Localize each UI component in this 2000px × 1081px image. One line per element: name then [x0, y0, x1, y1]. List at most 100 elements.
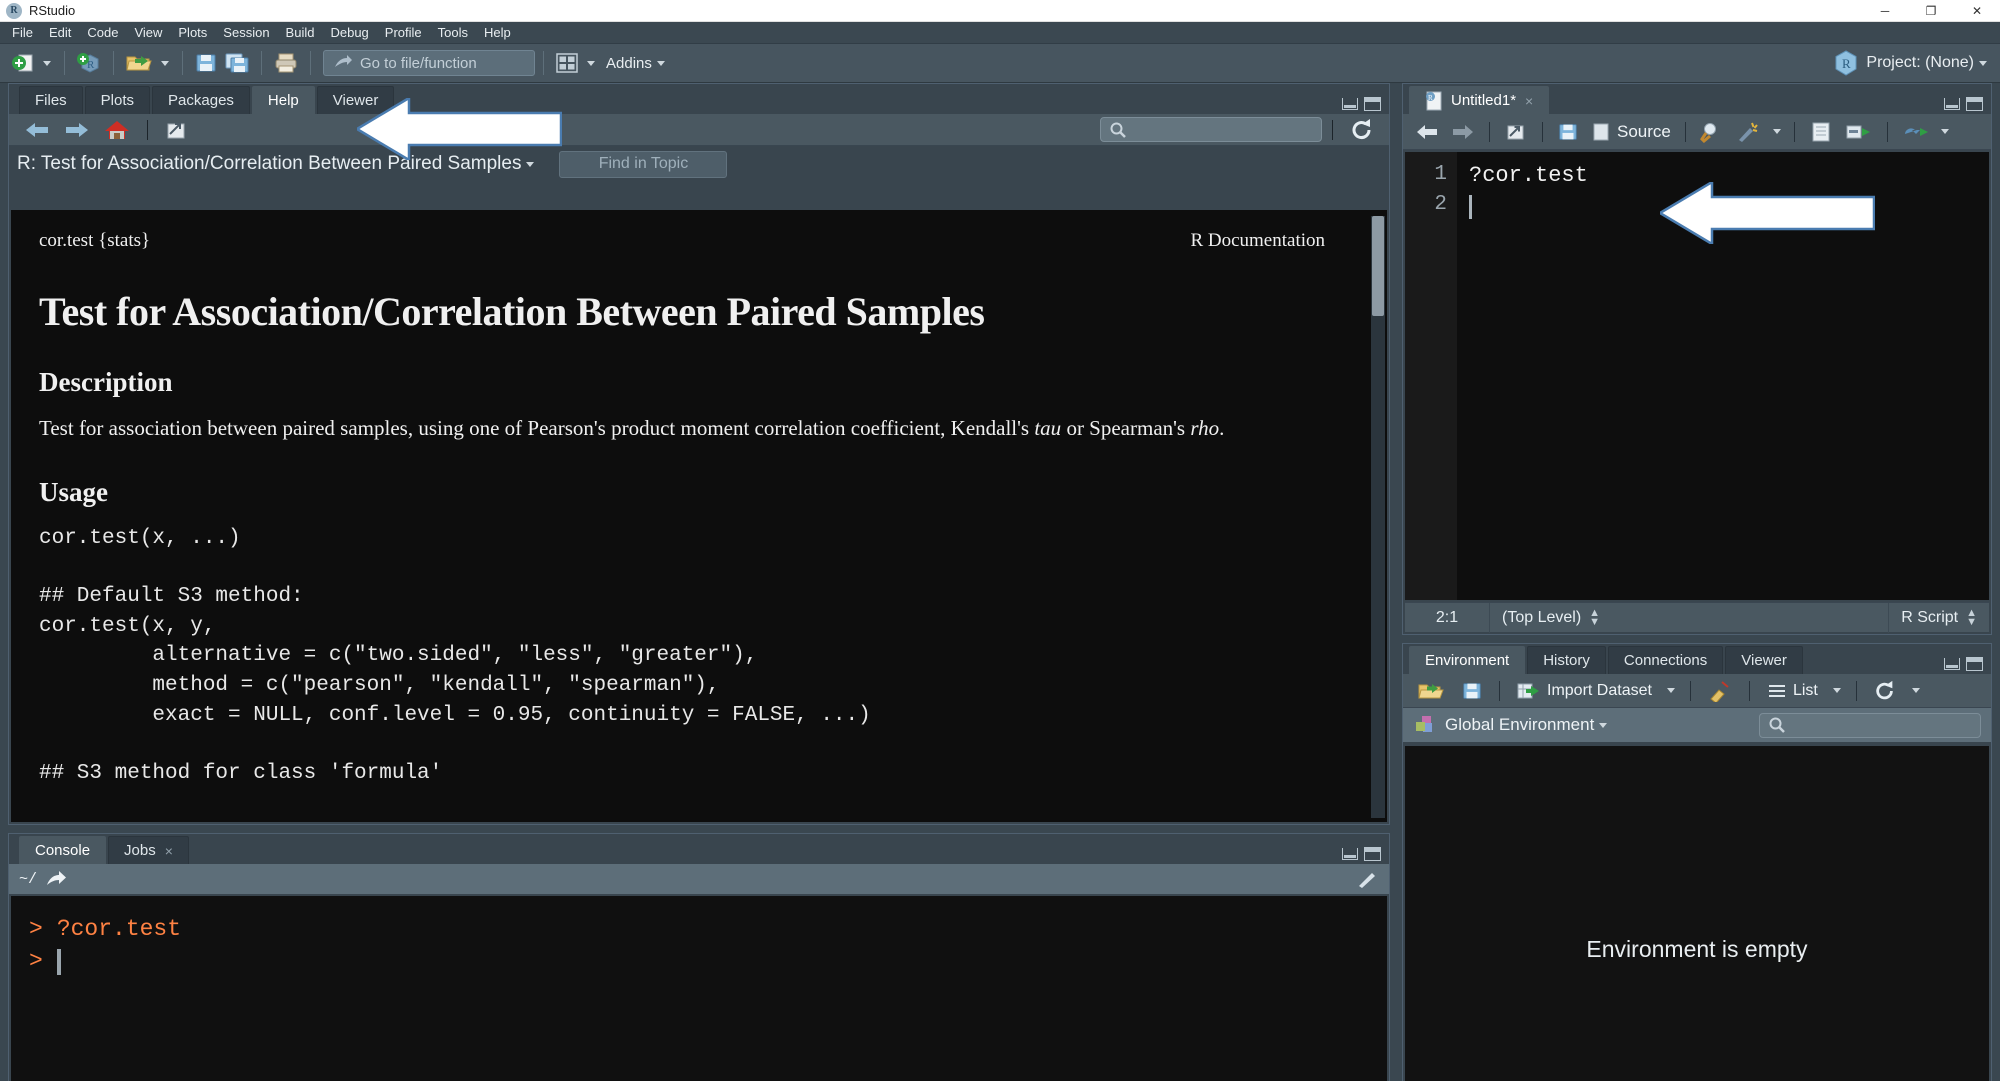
tab-plots[interactable]: Plots [84, 86, 151, 114]
source-forward-button[interactable] [1445, 120, 1481, 144]
console-output[interactable]: > ?cor.test > [11, 896, 1387, 1081]
new-file-button[interactable] [8, 49, 38, 77]
tab-jobs-close-icon[interactable]: × [165, 843, 173, 859]
environment-refresh-dropdown-caret[interactable] [1911, 688, 1920, 693]
source-popout-button[interactable] [1498, 119, 1534, 145]
refresh-icon [1352, 118, 1371, 139]
tab-untitled1[interactable]: R Untitled1* × [1409, 86, 1550, 114]
tab-console[interactable]: Console [19, 836, 107, 864]
save-button[interactable] [191, 49, 221, 77]
find-in-topic-input[interactable]: Find in Topic [559, 150, 728, 178]
menu-item-plots[interactable]: Plots [170, 23, 215, 43]
global-environment-dropdown-caret[interactable] [1599, 722, 1608, 728]
project-dropdown-caret[interactable] [1979, 60, 1987, 66]
source-find-button[interactable] [1694, 119, 1730, 145]
menu-item-edit[interactable]: Edit [41, 23, 79, 43]
view-mode-dropdown-caret[interactable] [1832, 688, 1841, 693]
console-clear-icon[interactable] [1355, 869, 1379, 889]
tab-untitled1-close-icon[interactable]: × [1525, 93, 1533, 109]
file-type-stepper-icon[interactable]: ▲ ▼ [1966, 607, 1977, 627]
source-run-all-button[interactable] [1896, 119, 1936, 145]
environment-empty-message: Environment is empty [1586, 936, 1808, 962]
print-icon [275, 53, 297, 73]
load-workspace-button[interactable] [1411, 678, 1451, 704]
compile-report-button[interactable] [1803, 119, 1839, 145]
open-file-button[interactable] [122, 49, 156, 77]
close-window-button[interactable]: ✕ [1954, 0, 2000, 22]
menu-item-view[interactable]: View [126, 23, 170, 43]
environment-toolbar: Import Dataset List [1403, 674, 1991, 708]
help-pane-maximize-button[interactable] [1364, 97, 1381, 111]
scope-selector[interactable]: (Top Level) ▲ ▼ [1490, 602, 1890, 633]
menu-item-build[interactable]: Build [278, 23, 323, 43]
menu-item-file[interactable]: File [4, 23, 41, 43]
save-all-button[interactable] [221, 49, 253, 77]
environment-pane-minimize-button[interactable] [1944, 658, 1960, 670]
source-save-button[interactable] [1551, 119, 1585, 145]
panes-dropdown-caret[interactable] [587, 60, 595, 66]
environment-refresh-button[interactable] [1867, 678, 1903, 704]
clear-objects-button[interactable] [1701, 678, 1739, 704]
popout-icon [1507, 125, 1524, 139]
help-popout-button[interactable] [158, 116, 196, 144]
source-dropdown-caret[interactable] [1940, 129, 1949, 134]
source-back-button[interactable] [1409, 120, 1445, 144]
menu-item-profile[interactable]: Profile [377, 23, 430, 43]
help-topic-dropdown-caret[interactable] [526, 161, 535, 167]
tab-viewer-env[interactable]: Viewer [1725, 646, 1803, 674]
help-home-button[interactable] [97, 116, 137, 144]
tab-plots-label: Plots [100, 92, 135, 109]
tab-jobs[interactable]: Jobs × [108, 836, 189, 864]
help-scrollbar[interactable] [1371, 216, 1385, 818]
run-button[interactable] [1839, 119, 1879, 145]
tab-packages[interactable]: Packages [152, 86, 250, 114]
import-dataset-dropdown-caret[interactable] [1666, 688, 1675, 693]
help-scrollbar-thumb[interactable] [1372, 216, 1384, 316]
help-forward-button[interactable] [57, 117, 97, 143]
code-tools-dropdown-caret[interactable] [1772, 129, 1781, 134]
source-pane-minimize-button[interactable] [1944, 98, 1960, 110]
maximize-window-button[interactable]: ❐ [1908, 0, 1954, 22]
addins-dropdown-caret[interactable] [656, 60, 665, 66]
menu-item-code[interactable]: Code [79, 23, 126, 43]
console-pane-window-buttons [1342, 847, 1389, 864]
addins-button[interactable]: Addins [606, 55, 652, 72]
help-pane-minimize-button[interactable] [1342, 98, 1358, 110]
console-working-directory[interactable]: ~/ [9, 864, 1389, 894]
help-search-input[interactable] [1100, 117, 1322, 142]
open-file-dropdown-caret[interactable] [161, 60, 169, 66]
tab-connections[interactable]: Connections [1607, 646, 1724, 674]
view-mode-button[interactable]: List [1760, 679, 1824, 703]
import-dataset-button[interactable]: Import Dataset [1510, 678, 1658, 704]
source-button[interactable]: Source [1585, 120, 1677, 144]
tab-environment[interactable]: Environment [1409, 646, 1526, 674]
project-selector[interactable]: R Project: (None) [1834, 50, 1992, 76]
environment-pane-maximize-button[interactable] [1966, 657, 1983, 671]
file-type-selector[interactable]: R Script ▲ ▼ [1889, 603, 1989, 633]
tab-files[interactable]: Files [19, 86, 83, 114]
menu-item-tools[interactable]: Tools [430, 23, 476, 43]
menu-item-session[interactable]: Session [215, 23, 277, 43]
code-tools-button[interactable] [1730, 119, 1768, 145]
menu-item-debug[interactable]: Debug [322, 23, 376, 43]
help-back-button[interactable] [17, 117, 57, 143]
minimize-window-button[interactable]: ─ [1862, 0, 1908, 22]
new-file-dropdown-caret[interactable] [43, 60, 51, 66]
console-open-dir-icon[interactable] [45, 870, 67, 888]
save-workspace-button[interactable] [1455, 678, 1489, 704]
environment-search-input[interactable] [1759, 712, 1981, 738]
goto-file-function-input[interactable]: Go to file/function [323, 50, 535, 76]
print-button[interactable] [270, 49, 302, 77]
workspace-panes-button[interactable] [552, 50, 582, 76]
environment-pane-tabstrip: Environment History Connections Viewer [1403, 644, 1991, 674]
console-pane-minimize-button[interactable] [1342, 848, 1358, 860]
tab-help[interactable]: Help [251, 86, 315, 114]
menu-item-help[interactable]: Help [476, 23, 519, 43]
source-pane-maximize-button[interactable] [1966, 97, 1983, 111]
help-refresh-button[interactable] [1343, 116, 1381, 144]
scope-stepper-icon[interactable]: ▲ ▼ [1589, 607, 1600, 627]
tab-history[interactable]: History [1527, 646, 1606, 674]
console-pane-maximize-button[interactable] [1364, 847, 1381, 861]
source-toolbar-sep [1542, 121, 1543, 142]
new-project-button[interactable]: R [73, 49, 105, 77]
